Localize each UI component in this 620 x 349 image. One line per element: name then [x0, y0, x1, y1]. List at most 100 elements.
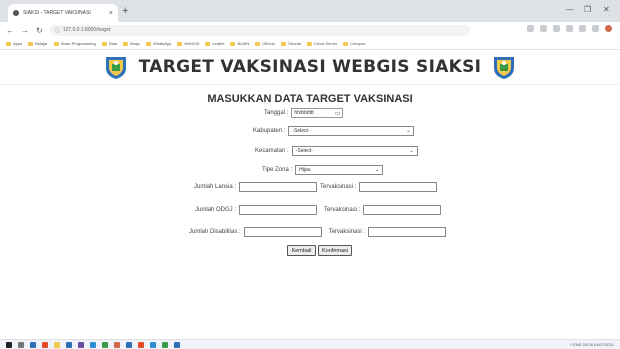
disabilitas-tervaksinasi-input[interactable]: [368, 227, 447, 237]
header-divider: [0, 84, 620, 85]
tipe-zona-select[interactable]: Hijau ⌄: [295, 165, 384, 175]
reload-icon[interactable]: ↻: [36, 26, 43, 35]
bookmark-label: Data: [108, 41, 118, 46]
logo-icon: [494, 57, 515, 79]
extension-icon[interactable]: [540, 25, 547, 32]
form-title: MASUKKAN DATA TARGET VAKSINASI: [207, 93, 413, 105]
chevron-down-icon: ⌄: [406, 128, 411, 134]
folder-icon: [255, 41, 261, 46]
odgj-tervaksinasi-label: Tervaksinasi :: [324, 207, 361, 213]
tipe-zona-value: Hijau: [299, 167, 311, 173]
app-icon[interactable]: [150, 341, 156, 348]
new-tab-button[interactable]: +: [122, 5, 128, 17]
puzzle-icon[interactable]: [566, 25, 573, 32]
kabupaten-value: -Select-: [292, 128, 310, 134]
folder-icon: [28, 41, 34, 46]
star-icon[interactable]: [553, 25, 560, 32]
address-bar: ← → ↻ ⓘ 127.0.0.1:8000/target: [0, 22, 620, 38]
bookmark-label: WhatsApp: [152, 41, 172, 46]
url-input[interactable]: ⓘ 127.0.0.1:8000/target: [49, 24, 470, 36]
tanggal-placeholder: hh/bb/tttt: [294, 110, 314, 116]
tanggal-input[interactable]: hh/bb/tttt ▭: [291, 108, 344, 118]
app-icon[interactable]: [90, 341, 96, 348]
folder-icon: [230, 41, 236, 46]
app-icon[interactable]: [174, 341, 180, 348]
kecamatan-label: Kecamatan :: [255, 148, 289, 154]
tab-title: SIAKSI - TARGET VAKSINASI: [23, 10, 91, 16]
bookmark-item[interactable]: Campus: [343, 41, 365, 46]
app-icon[interactable]: [162, 341, 168, 348]
sidebar-icon[interactable]: [592, 25, 599, 32]
bookmark-item[interactable]: Tutorial: [280, 41, 301, 46]
bookmark-label: BUMN: [237, 41, 250, 46]
start-icon[interactable]: [6, 341, 12, 348]
lansia-input[interactable]: [239, 182, 318, 192]
folder-icon: [280, 41, 286, 46]
app-icon[interactable]: [78, 341, 84, 348]
folder-icon[interactable]: [54, 341, 60, 348]
close-tab-icon[interactable]: ×: [109, 10, 113, 17]
lansia-tervaksinasi-label: Tervaksinasi :: [320, 184, 357, 190]
odgj-label: Jumlah ODGJ :: [195, 207, 237, 213]
bookmark-item[interactable]: Apps: [6, 41, 22, 46]
app-icon[interactable]: [126, 341, 132, 348]
bookmark-label: Cloud Server: [313, 41, 338, 46]
odgj-input[interactable]: [239, 205, 318, 215]
app-icon[interactable]: [30, 341, 36, 348]
konfirmasi-button[interactable]: Konfirmasi: [318, 245, 352, 256]
minimize-icon[interactable]: —: [566, 5, 574, 14]
folder-icon: [177, 41, 183, 46]
bookmark-item[interactable]: Leaflet: [205, 41, 224, 46]
app-icon[interactable]: [138, 341, 144, 348]
bookmark-label: WebGIS: [184, 41, 200, 46]
bookmark-item[interactable]: Kisah Programming: [53, 41, 96, 46]
kabupaten-select[interactable]: -Select- ⌄: [288, 126, 415, 136]
forward-icon[interactable]: →: [21, 26, 29, 35]
app-icon[interactable]: [102, 341, 108, 348]
page-title: TARGET VAKSINASI WEBGIS SIAKSI: [138, 57, 482, 77]
bookmark-item[interactable]: GitHub: [255, 41, 275, 46]
bookmark-item[interactable]: BUMN: [230, 41, 249, 46]
bookmark-label: Campus: [350, 41, 366, 46]
search-icon[interactable]: [18, 341, 24, 348]
calendar-icon[interactable]: ▭: [335, 110, 341, 117]
bookmark-item[interactable]: Data: [101, 41, 118, 46]
browser-tab[interactable]: SIAKSI - TARGET VAKSINASI ×: [8, 4, 118, 22]
kembali-button[interactable]: Kembali: [287, 245, 316, 256]
bookmark-item[interactable]: WhatsApp: [145, 41, 172, 46]
back-icon[interactable]: ←: [6, 26, 14, 35]
kecamatan-value: -Select-: [295, 148, 313, 154]
odgj-row: Jumlah ODGJ : Tervaksinasi :: [195, 205, 442, 215]
profile-avatar[interactable]: [605, 25, 612, 32]
maximize-icon[interactable]: ❐: [584, 5, 591, 14]
kabupaten-label: Kabupaten :: [253, 128, 286, 134]
folder-icon: [306, 41, 312, 46]
bookmark-item[interactable]: Cloud Server: [306, 41, 338, 46]
bookmark-item[interactable]: WebGIS: [177, 41, 199, 46]
app-icon[interactable]: [114, 341, 120, 348]
bookmark-item[interactable]: Maps: [123, 41, 140, 46]
browser-tab-strip: SIAKSI - TARGET VAKSINASI × + — ❐ ✕: [0, 0, 620, 22]
extension-icon[interactable]: [527, 25, 534, 32]
odgj-tervaksinasi-input[interactable]: [363, 205, 442, 215]
folder-icon: [145, 41, 151, 46]
logo-icon: [105, 57, 126, 79]
bookmark-label: Leaflet: [212, 41, 225, 46]
system-tray[interactable]: ^ ENG 09:28 01/07/2021: [570, 342, 614, 347]
app-icon[interactable]: [66, 341, 72, 348]
app-icon[interactable]: [42, 341, 48, 348]
close-window-icon[interactable]: ✕: [603, 5, 610, 14]
tanggal-label: Tanggal :: [264, 110, 289, 116]
folder-icon: [6, 41, 11, 46]
bookmark-label: Kisah Programming: [60, 41, 96, 46]
disabilitas-input[interactable]: [243, 227, 322, 237]
disabilitas-tervaksinasi-label: Tervaksinasi :: [328, 229, 366, 235]
lansia-row: Jumlah Lansia : Tervaksinasi :: [194, 182, 438, 192]
extension-icon[interactable]: [579, 25, 586, 32]
favicon-icon: [13, 10, 19, 16]
lansia-tervaksinasi-input[interactable]: [359, 182, 438, 192]
tipe-zona-label: Tipe Zona :: [262, 167, 293, 173]
bookmark-item[interactable]: Belajar: [28, 41, 48, 46]
kecamatan-select[interactable]: -Select- ⌄: [291, 146, 418, 156]
extensions-area: [527, 25, 612, 32]
